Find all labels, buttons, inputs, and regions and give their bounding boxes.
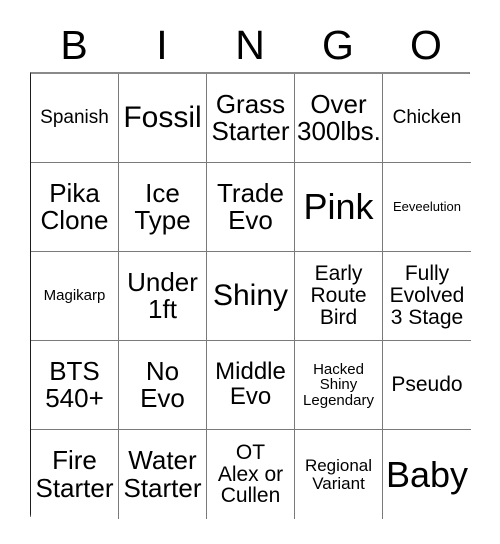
bingo-cell-b5[interactable]: Fire Starter <box>31 430 119 519</box>
bingo-cell-g2[interactable]: Pink <box>295 163 383 252</box>
bingo-cell-i5[interactable]: Water Starter <box>119 430 207 519</box>
bingo-cell-n2[interactable]: Trade Evo <box>207 163 295 252</box>
bingo-cell-label: Fossil <box>123 101 202 135</box>
bingo-cell-label: Trade Evo <box>217 177 284 235</box>
bingo-header-letter-g: G <box>322 21 354 68</box>
bingo-header-letter-o: O <box>410 21 442 68</box>
bingo-cell-i4[interactable]: No Evo <box>119 341 207 430</box>
bingo-cell-label: Pseudo <box>391 373 463 397</box>
bingo-cell-i3[interactable]: Under 1ft <box>119 252 207 341</box>
bingo-cell-n1[interactable]: Grass Starter <box>207 74 295 163</box>
bingo-header-letter-i: I <box>156 21 168 68</box>
bingo-cell-label: Water Starter <box>123 445 202 503</box>
bingo-cell-label: Regional Variant <box>304 455 373 493</box>
bingo-cell-label: Spanish <box>40 107 109 129</box>
bingo-cell-g1[interactable]: Over 300lbs. <box>295 74 383 163</box>
bingo-cell-g3[interactable]: Early Route Bird <box>295 252 383 341</box>
bingo-cell-label: Early Route Bird <box>310 262 367 329</box>
bingo-cell-label: Chicken <box>392 107 462 129</box>
bingo-cell-i2[interactable]: Ice Type <box>119 163 207 252</box>
bingo-cell-g4[interactable]: Hacked Shiny Legendary <box>295 341 383 430</box>
bingo-cell-label: Pink <box>303 186 374 228</box>
bingo-cell-label: Over 300lbs. <box>297 88 381 146</box>
bingo-cell-label: BTS 540+ <box>45 355 104 413</box>
bingo-cell-label: Under 1ft <box>127 266 198 324</box>
bingo-cell-b1[interactable]: Spanish <box>31 74 119 163</box>
bingo-cell-label: Pika Clone <box>40 177 109 235</box>
bingo-cell-label: Baby <box>385 453 469 495</box>
bingo-cell-n4[interactable]: Middle Evo <box>207 341 295 430</box>
bingo-cell-n5[interactable]: OT Alex or Cullen <box>207 430 295 519</box>
bingo-cell-o1[interactable]: Chicken <box>383 74 471 163</box>
bingo-cell-label: Fully Evolved 3 Stage <box>389 262 465 329</box>
bingo-header-row: B I N G O <box>30 18 470 72</box>
bingo-cell-o3[interactable]: Fully Evolved 3 Stage <box>383 252 471 341</box>
bingo-cell-label: Eeveelution <box>393 199 461 215</box>
bingo-cell-label: OT Alex or Cullen <box>217 440 284 508</box>
bingo-cell-label: Grass Starter <box>211 88 290 146</box>
bingo-cell-n3[interactable]: Shiny <box>207 252 295 341</box>
bingo-grid: Spanish Fossil Grass Starter Over 300lbs… <box>30 72 471 519</box>
bingo-cell-b4[interactable]: BTS 540+ <box>31 341 119 430</box>
bingo-cell-o4[interactable]: Pseudo <box>383 341 471 430</box>
bingo-cell-b3[interactable]: Magikarp <box>31 252 119 341</box>
bingo-header-letter-b: B <box>60 21 88 68</box>
bingo-cell-label: No Evo <box>140 355 185 413</box>
bingo-cell-b2[interactable]: Pika Clone <box>31 163 119 252</box>
bingo-cell-label: Hacked Shiny Legendary <box>303 360 374 409</box>
bingo-cell-label: Shiny <box>212 279 289 313</box>
bingo-card: B I N G O Spanish Fossil Grass Starter O… <box>0 0 500 544</box>
bingo-cell-o5[interactable]: Baby <box>383 430 471 519</box>
bingo-header-letter-n: N <box>235 21 265 68</box>
bingo-cell-o2[interactable]: Eeveelution <box>383 163 471 252</box>
bingo-cell-label: Middle Evo <box>215 358 286 410</box>
bingo-cell-label: Fire Starter <box>35 445 114 503</box>
bingo-cell-label: Ice Type <box>134 177 191 235</box>
bingo-cell-i1[interactable]: Fossil <box>119 74 207 163</box>
bingo-cell-label: Magikarp <box>43 287 106 305</box>
bingo-cell-g5[interactable]: Regional Variant <box>295 430 383 519</box>
